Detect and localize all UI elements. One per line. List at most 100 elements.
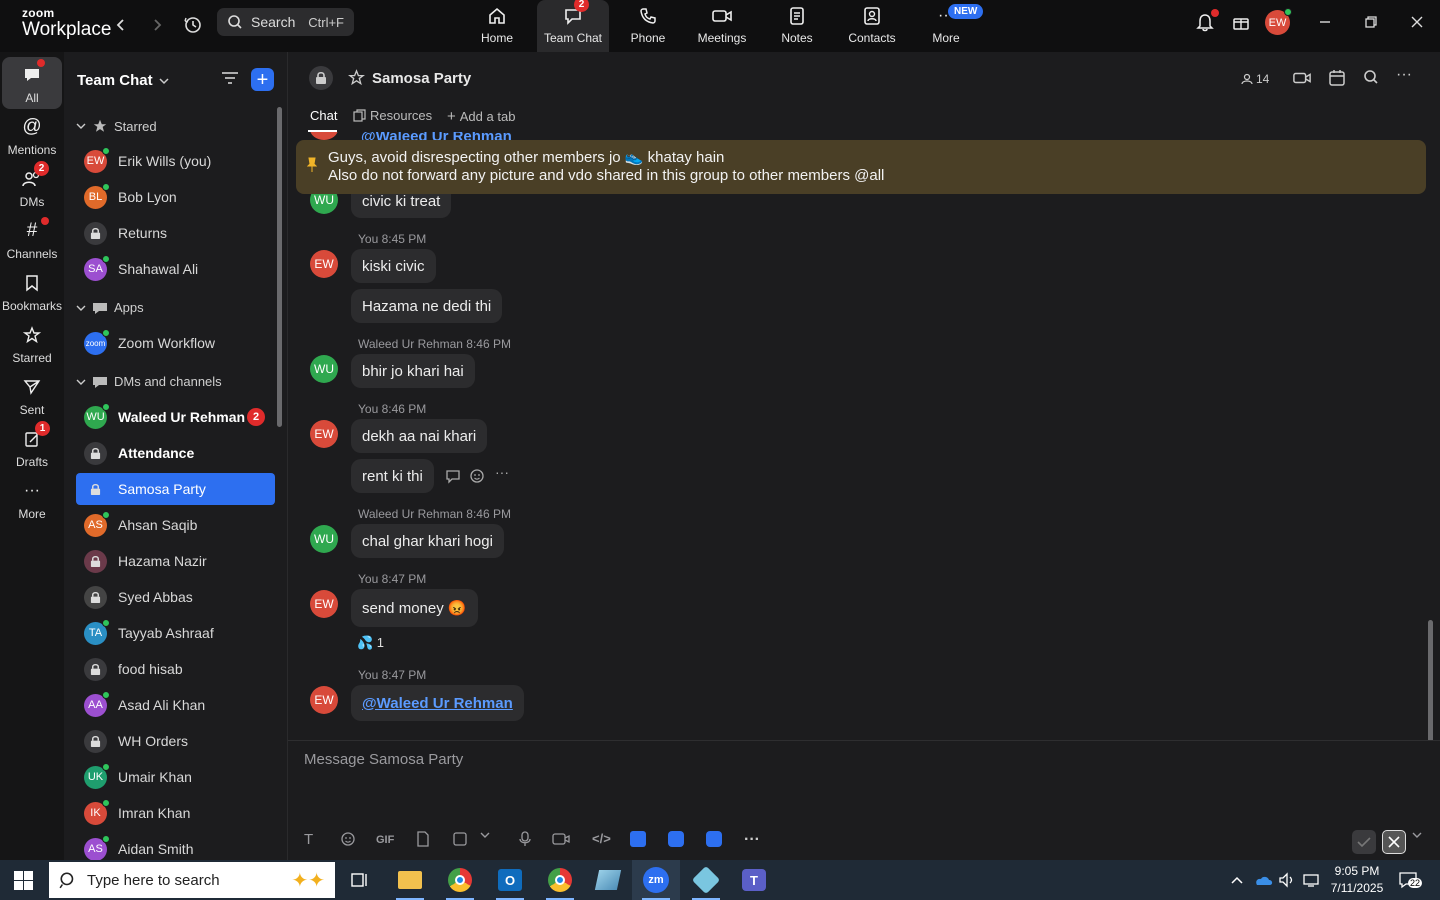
notifications-bell-icon[interactable]: [1190, 9, 1220, 34]
message-bubble[interactable]: rent ki thi: [351, 459, 434, 493]
video-clip-icon[interactable]: [552, 831, 570, 847]
rail-all[interactable]: All: [2, 57, 62, 109]
video-call-icon[interactable]: [1292, 69, 1312, 87]
windows-start-icon[interactable]: [14, 871, 33, 890]
sidebar-item[interactable]: WH Orders: [76, 725, 275, 757]
emoji-react-icon[interactable]: [469, 468, 485, 484]
microphone-icon[interactable]: [518, 831, 532, 847]
sidebar-item[interactable]: SA Shahawal Ali: [76, 253, 275, 285]
sidebar-item[interactable]: AA Asad Ali Khan: [76, 689, 275, 721]
section-apps[interactable]: Apps: [76, 300, 144, 315]
send-check-icon[interactable]: [1352, 830, 1376, 854]
sidebar-item[interactable]: Returns: [76, 217, 275, 249]
tab-add[interactable]: + Add a tab: [447, 108, 515, 125]
rail-mentions[interactable]: @ Mentions: [2, 109, 62, 161]
history-icon[interactable]: [180, 12, 206, 38]
onedrive-icon[interactable]: [1253, 860, 1273, 900]
code-icon[interactable]: </>: [592, 831, 611, 846]
sidebar-item[interactable]: TA Tayyab Ashraaf: [76, 617, 275, 649]
message-bubble[interactable]: @Waleed Ur Rehman: [351, 685, 524, 721]
sidebar-item[interactable]: IK Imran Khan: [76, 797, 275, 829]
gift-icon[interactable]: [1226, 10, 1256, 34]
sidebar-item[interactable]: food hisab: [76, 653, 275, 685]
avatar[interactable]: EW: [310, 686, 338, 714]
avatar[interactable]: EW: [310, 590, 338, 618]
message-list[interactable]: @Waleed Ur Rehman WU civic ki treat You …: [288, 132, 1440, 740]
message-bubble[interactable]: dekh aa nai khari: [351, 419, 488, 453]
back-arrow-icon[interactable]: [108, 12, 134, 38]
section-dms-channels[interactable]: DMs and channels: [76, 374, 222, 389]
sidebar-item[interactable]: Hazama Nazir: [76, 545, 275, 577]
screenshot-icon[interactable]: [452, 831, 468, 847]
sidebar-scrollbar[interactable]: [277, 107, 282, 427]
app-icon[interactable]: [584, 860, 632, 900]
notification-center-icon[interactable]: 22: [1398, 860, 1423, 900]
more-options-icon[interactable]: ···: [1396, 66, 1412, 84]
avatar[interactable]: WU: [310, 355, 338, 383]
reply-icon[interactable]: [445, 468, 461, 484]
pinned-message[interactable]: Guys, avoid disrespecting other members …: [296, 140, 1426, 194]
nav-meetings[interactable]: Meetings: [686, 0, 758, 52]
rail-bookmarks[interactable]: Bookmarks: [2, 265, 62, 317]
message-input[interactable]: Message Samosa Party: [304, 751, 463, 768]
file-icon[interactable]: [416, 831, 430, 847]
emoji-icon[interactable]: [340, 831, 356, 847]
message-bubble[interactable]: bhir jo khari hai: [351, 354, 475, 388]
task-view-icon[interactable]: [336, 860, 384, 900]
nav-phone[interactable]: Phone: [612, 0, 684, 52]
avatar[interactable]: WU: [310, 525, 338, 553]
minimize-icon[interactable]: [1310, 10, 1340, 34]
search-box[interactable]: Search Ctrl+F: [217, 8, 354, 36]
tab-chat[interactable]: Chat: [310, 108, 337, 123]
sidebar-item[interactable]: Syed Abbas: [76, 581, 275, 613]
message-bubble[interactable]: chal ghar khari hogi: [351, 524, 504, 558]
tab-resources[interactable]: Resources: [353, 108, 432, 123]
avatar[interactable]: EW: [310, 420, 338, 448]
members-count[interactable]: 14: [1241, 72, 1269, 86]
sidebar-item[interactable]: Samosa Party: [76, 473, 275, 505]
app-clips-icon[interactable]: [706, 831, 722, 847]
sidebar-item[interactable]: WU Waleed Ur Rehman 2: [76, 401, 275, 433]
forward-arrow-icon[interactable]: [144, 12, 170, 38]
avatar[interactable]: EW: [310, 250, 338, 278]
message-bubble[interactable]: send money 😡: [351, 589, 478, 627]
sidebar-item[interactable]: BL Bob Lyon: [76, 181, 275, 213]
reaction-chip[interactable]: 💦 1: [357, 635, 384, 651]
sidebar-item[interactable]: EW Erik Wills (you): [76, 145, 275, 177]
taskbar-clock[interactable]: 9:05 PM 7/11/2025: [1328, 863, 1386, 897]
network-icon[interactable]: [1302, 860, 1320, 900]
message-scrollbar[interactable]: [1428, 620, 1433, 740]
rail-dms[interactable]: 2 DMs: [2, 161, 62, 213]
rail-channels[interactable]: # Channels: [2, 213, 62, 265]
nav-home[interactable]: Home: [461, 0, 533, 52]
filter-icon[interactable]: [221, 70, 239, 86]
nav-team-chat[interactable]: 2 Team Chat: [537, 0, 609, 52]
text-format-icon[interactable]: T: [304, 831, 313, 848]
rail-sent[interactable]: Sent: [2, 369, 62, 421]
sidebar-item[interactable]: zoom Zoom Workflow: [76, 327, 275, 359]
close-icon[interactable]: [1402, 10, 1432, 34]
composer-more-icon[interactable]: ···: [744, 831, 760, 849]
message-bubble[interactable]: kiski civic: [351, 249, 436, 283]
search-icon[interactable]: [1363, 69, 1379, 85]
star-icon[interactable]: [348, 69, 365, 86]
rail-drafts[interactable]: 1 Drafts: [2, 421, 62, 473]
rail-starred[interactable]: Starred: [2, 317, 62, 369]
sidebar-title[interactable]: Team Chat: [77, 72, 169, 89]
cancel-x-icon[interactable]: [1382, 830, 1406, 854]
restore-icon[interactable]: [1356, 10, 1386, 34]
nav-notes[interactable]: Notes: [761, 0, 833, 52]
volume-icon[interactable]: [1278, 860, 1296, 900]
message-bubble[interactable]: Hazama ne dedi thi: [351, 289, 503, 323]
message-more-icon[interactable]: ···: [495, 464, 509, 480]
section-starred[interactable]: Starred: [76, 118, 157, 134]
chrome-profile-icon[interactable]: [536, 860, 584, 900]
zoom-taskbar-icon[interactable]: zm: [632, 860, 680, 900]
sidebar-item[interactable]: AS Ahsan Saqib: [76, 509, 275, 541]
sidebar-item[interactable]: AS Aidan Smith: [76, 833, 275, 860]
tray-chevron-icon[interactable]: [1230, 860, 1244, 900]
chevron-down-icon[interactable]: [1412, 831, 1422, 839]
new-chat-button[interactable]: +: [251, 68, 274, 91]
chrome-icon[interactable]: [436, 860, 484, 900]
message-composer[interactable]: Message Samosa Party T GIF </> ···: [288, 740, 1440, 860]
